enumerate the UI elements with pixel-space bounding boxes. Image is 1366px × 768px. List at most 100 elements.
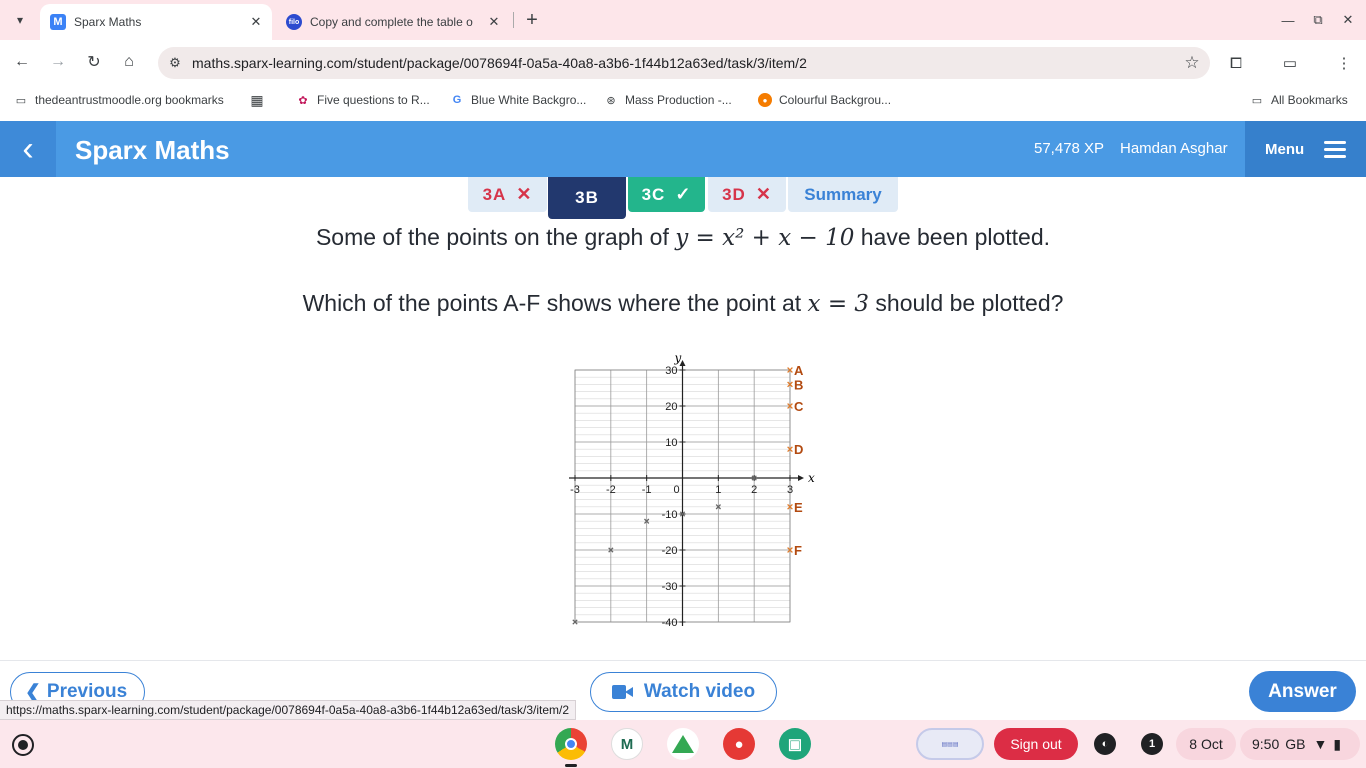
menu-label: Menu [1265,140,1305,158]
option-label-f: F [794,543,802,558]
minimize-icon[interactable]: — [1276,8,1300,32]
browser-tab-filo[interactable]: filo Copy and complete the table o ✕ [278,4,510,40]
folder-icon: ▭ [1251,94,1263,107]
cast-icon[interactable]: ▭ [1277,50,1303,76]
tab-search-chevron-icon[interactable]: ▾ [8,8,32,32]
apps-grid-icon[interactable]: ▦ [250,92,271,108]
back-chevron-icon[interactable]: ‹ [0,121,56,177]
menu-button[interactable]: Menu [1245,121,1366,177]
bookmark-item[interactable]: ✿ Five questions to R... [296,93,429,107]
cross-icon: ✕ [516,184,533,204]
chrome-icon[interactable] [555,728,587,760]
wifi-icon: ▼ [1313,736,1328,752]
bookmark-label: Blue White Backgro... [471,93,587,107]
bookmark-item[interactable]: ● Colourful Backgrou... [758,93,891,107]
battery-icon: ▮ [1333,735,1342,752]
accessibility-icon[interactable]: ◐ [1094,733,1116,755]
clock-time: 9:50 [1252,736,1280,752]
tab-label: 3B [575,188,599,207]
divider [0,660,1366,661]
bookmark-folder[interactable]: ▭ thedeantrustmoodle.org bookmarks [14,93,224,107]
browser-tab-strip: ▾ M Sparx Maths ✕ filo Copy and complete… [0,0,1366,40]
window-thumbnail[interactable]: ▤▤▤ [916,728,984,760]
y-tick-label: -20 [662,545,678,557]
tab-3a[interactable]: 3A ✕ [468,177,547,212]
home-icon[interactable]: ⌂ [117,50,141,74]
forward-arrow-icon[interactable]: → [46,50,70,74]
launcher-icon[interactable] [12,734,34,756]
sparx-app-icon[interactable]: M [611,728,643,760]
browser-tab-sparx[interactable]: M Sparx Maths ✕ [40,4,272,40]
bookmarks-bar: ▭ thedeantrustmoodle.org bookmarks ▦ ✿ F… [0,85,1366,120]
tab-label: 3A [482,184,507,204]
y-tick-label: -40 [662,617,678,629]
bookmark-label: Colourful Backgrou... [779,93,892,107]
question-text: should be plotted? [869,290,1064,316]
tab-3b[interactable]: 3B [548,177,626,219]
question-line-1: Some of the points on the graph of y = x… [0,224,1366,251]
question-text: Some of the points on the graph of [315,224,676,250]
tab-summary[interactable]: Summary [788,177,898,212]
tick-icon: ✓ [675,184,692,204]
new-tab-icon[interactable]: + [520,8,544,32]
more-menu-icon[interactable]: ⋮ [1331,50,1357,76]
all-bookmarks[interactable]: ▭ All Bookmarks [1250,93,1348,107]
y-axis-label: y [674,351,682,365]
option-label-e: E [794,500,803,515]
address-bar[interactable]: ⚙ maths.sparx-learning.com/student/packa… [158,47,1210,79]
button-label: Watch video [643,681,756,702]
x-tick-label: 1 [715,484,721,496]
video-camera-icon [611,685,634,699]
classroom-icon[interactable]: ▣ [779,728,811,760]
equation: x = 3 [807,291,870,317]
status-area[interactable]: 9:50 GB ▼ ▮ [1240,728,1360,760]
url-text[interactable]: maths.sparx-learning.com/student/package… [192,55,1174,71]
y-tick-label: -10 [662,509,678,521]
notification-count-icon[interactable]: 1 [1141,733,1163,755]
extensions-icon[interactable]: ⧠ [1223,50,1249,76]
site-icon: ✿ [298,94,308,107]
tab-label: 3D [722,184,746,204]
question-text: have been plotted. [854,224,1051,250]
tab-3d[interactable]: 3D ✕ [708,177,786,212]
locale-label: GB [1285,736,1306,752]
sign-out-button[interactable]: Sign out [994,728,1078,760]
restore-icon[interactable]: ⧉ [1306,8,1330,32]
option-label-c: C [794,399,804,414]
google-drive-icon[interactable] [667,728,699,760]
tab-title: Sparx Maths [74,15,142,29]
reload-icon[interactable]: ↻ [82,50,106,74]
bookmark-label: thedeantrustmoodle.org bookmarks [35,93,224,107]
button-label: Answer [1268,680,1337,702]
button-label: Sign out [1010,736,1062,752]
coordinate-graph: xy-3 -2 -1 0 1 2 3-40-30-20-10102030 ABCDEF [569,351,815,629]
bookmark-star-icon[interactable]: ☆ [1174,53,1210,73]
site-icon: ● [758,93,772,107]
user-name: Hamdan Asghar [1120,140,1228,157]
bookmark-item[interactable]: ⊛ Mass Production -... [604,93,731,107]
tab-3c[interactable]: 3C ✓ [628,177,705,212]
watch-video-button[interactable]: Watch video [590,672,777,712]
task-item-tabs: 3A ✕ 3B 3C ✓ 3D ✕ Summary [0,177,1366,221]
option-label-b: B [794,377,803,392]
bookmark-label: All Bookmarks [1271,93,1348,107]
question-text: Which of the points A-F shows where the … [302,290,808,316]
option-label-d: D [794,442,803,457]
x-tick-label: -2 [606,484,616,496]
close-tab-icon[interactable]: ✕ [246,14,266,30]
tab-label: 3C [641,184,666,204]
back-arrow-icon[interactable]: ← [10,50,34,74]
close-tab-icon[interactable]: ✕ [484,14,504,30]
x-tick-label: 0 [673,484,679,496]
sparx-favicon-icon: M [50,14,66,30]
google-icon: G [452,94,462,106]
date-display[interactable]: 8 Oct [1176,728,1236,760]
tab-title: Copy and complete the table o [310,15,473,29]
paint-palette-icon[interactable]: ● [723,728,755,760]
answer-button[interactable]: Answer [1249,671,1356,712]
site-settings-icon[interactable]: ⚙ [158,55,192,71]
bookmark-item[interactable]: G Blue White Backgro... [450,93,587,107]
close-window-icon[interactable]: ✕ [1336,8,1360,32]
x-tick-label: -3 [570,484,580,496]
x-tick-label: 3 [787,484,793,496]
